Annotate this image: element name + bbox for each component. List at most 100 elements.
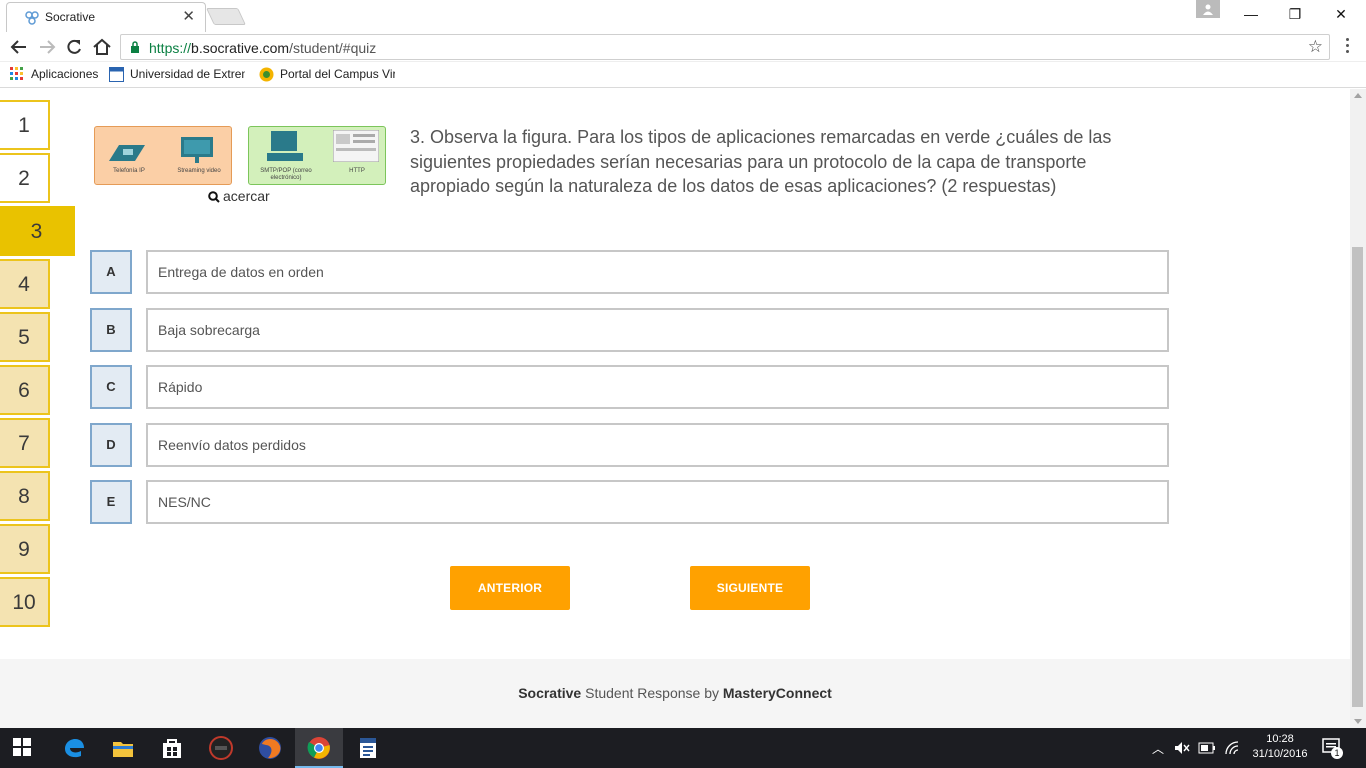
scrollbar-thumb[interactable] xyxy=(1352,247,1363,707)
quiz-page: 1 2 3 4 5 6 7 8 9 10 Telefonía IP Stream… xyxy=(0,89,1350,728)
question-nav-4[interactable]: 4 xyxy=(0,259,50,309)
computer-icon xyxy=(267,131,303,161)
question-nav-9[interactable]: 9 xyxy=(0,524,50,574)
browser-tab[interactable]: Socrative ✕ xyxy=(6,2,206,32)
chrome-menu-icon[interactable] xyxy=(1344,38,1350,56)
question-nav-10[interactable]: 10 xyxy=(0,577,50,627)
speaker-muted-icon[interactable] xyxy=(1174,741,1190,755)
apps-grid-icon xyxy=(10,67,23,80)
answer-text: Entrega de datos en orden xyxy=(146,250,1169,294)
scroll-up-arrow-icon[interactable] xyxy=(1354,93,1362,98)
figure-label-telefonia: Telefonía IP xyxy=(113,168,145,174)
taskbar-edge[interactable] xyxy=(50,728,98,768)
back-arrow-icon[interactable] xyxy=(8,37,30,57)
restore-button[interactable]: ❐ xyxy=(1272,0,1318,30)
question-nav-6[interactable]: 6 xyxy=(0,365,50,415)
taskbar-asus[interactable] xyxy=(197,728,245,768)
windows-logo-icon xyxy=(13,738,31,756)
question-nav-5[interactable]: 5 xyxy=(0,312,50,362)
action-center-icon[interactable]: 1 xyxy=(1322,738,1344,759)
answer-option-c[interactable]: C Rápido xyxy=(90,365,1169,409)
next-button[interactable]: SIGUIENTE xyxy=(690,566,810,610)
taskbar-store[interactable] xyxy=(148,728,196,768)
page-scrollbar[interactable] xyxy=(1350,89,1366,728)
answer-text: Rápido xyxy=(146,365,1169,409)
bookmark-portal-campus[interactable]: Portal del Campus Vir xyxy=(280,67,395,81)
taskbar-file-explorer[interactable] xyxy=(99,728,147,768)
system-clock[interactable]: 10:28 31/10/2016 xyxy=(1248,732,1312,762)
campus-favicon-icon xyxy=(259,67,274,82)
battery-icon[interactable] xyxy=(1198,742,1216,754)
asus-icon xyxy=(209,736,233,760)
user-profile-icon[interactable] xyxy=(1196,0,1220,18)
university-favicon-icon xyxy=(109,67,124,82)
wifi-icon[interactable] xyxy=(1224,740,1240,756)
question-nav-8[interactable]: 8 xyxy=(0,471,50,521)
forward-arrow-icon[interactable] xyxy=(36,37,58,57)
footer-company[interactable]: MasteryConnect xyxy=(723,685,832,701)
answer-text: NES/NC xyxy=(146,480,1169,524)
zoom-link[interactable]: acercar xyxy=(208,188,270,204)
answer-letter: B xyxy=(90,308,132,352)
figure-green-panel: SMTP/POP (correo electrónico) HTTP xyxy=(248,126,386,185)
answer-text: Reenvío datos perdidos xyxy=(146,423,1169,467)
home-icon[interactable] xyxy=(91,37,113,57)
firefox-icon xyxy=(259,737,281,759)
scroll-down-arrow-icon[interactable] xyxy=(1354,719,1362,724)
browser-toolbar: https://b.socrative.com/student/#quiz ☆ xyxy=(0,32,1366,62)
clock-date: 31/10/2016 xyxy=(1252,748,1308,760)
close-window-button[interactable]: ✕ xyxy=(1318,0,1364,30)
clock-time: 10:28 xyxy=(1266,733,1294,745)
tab-strip: Socrative ✕ — ❐ ✕ xyxy=(0,0,1366,32)
video-monitor-icon xyxy=(181,137,213,163)
edge-icon xyxy=(65,739,84,758)
answer-text: Baja sobrecarga xyxy=(146,308,1169,352)
zoom-label: acercar xyxy=(223,188,270,204)
previous-button[interactable]: ANTERIOR xyxy=(450,566,570,610)
store-bag-icon xyxy=(163,739,181,758)
answer-letter: E xyxy=(90,480,132,524)
folder-icon xyxy=(113,742,133,757)
answer-option-e[interactable]: E NES/NC xyxy=(90,480,1169,524)
show-hidden-icons-icon[interactable]: ︿ xyxy=(1152,740,1164,757)
web-page-icon xyxy=(333,130,379,162)
figure-orange-panel: Telefonía IP Streaming video xyxy=(94,126,232,185)
taskbar-chrome[interactable] xyxy=(295,728,343,768)
figure-label-smtp: SMTP/POP (correo electrónico) xyxy=(260,168,312,181)
tab-title: Socrative xyxy=(45,10,96,24)
search-icon xyxy=(208,191,220,203)
chrome-icon xyxy=(307,737,330,759)
taskbar-document[interactable] xyxy=(344,728,392,768)
footer: Socrative Student Response by MasteryCon… xyxy=(0,659,1350,728)
start-button[interactable] xyxy=(0,728,48,768)
notification-count-badge: 1 xyxy=(1331,747,1343,759)
minimize-button[interactable]: — xyxy=(1228,0,1274,30)
windows-taskbar: ︿ 10:28 31/10/2016 1 xyxy=(0,728,1366,768)
answer-option-d[interactable]: D Reenvío datos perdidos xyxy=(90,423,1169,467)
ip-phone-icon xyxy=(109,145,145,161)
new-tab-button[interactable] xyxy=(206,8,246,25)
question-nav-7[interactable]: 7 xyxy=(0,418,50,468)
answer-letter: A xyxy=(90,250,132,294)
document-icon xyxy=(360,738,376,758)
question-nav-1[interactable]: 1 xyxy=(0,100,50,150)
footer-middle: Student Response by xyxy=(581,685,723,701)
question-nav-3[interactable]: 3 xyxy=(0,206,75,256)
answer-letter: C xyxy=(90,365,132,409)
reload-icon[interactable] xyxy=(63,37,85,57)
footer-brand: Socrative xyxy=(518,685,582,701)
bookmark-star-icon[interactable]: ☆ xyxy=(1308,37,1323,57)
question-nav-2[interactable]: 2 xyxy=(0,153,50,203)
taskbar-firefox[interactable] xyxy=(246,728,294,768)
figure-label-streaming: Streaming video xyxy=(177,168,221,174)
figure-label-http: HTTP xyxy=(349,168,365,174)
question-text: 3. Observa la figura. Para los tipos de … xyxy=(410,127,1112,196)
lock-icon xyxy=(131,41,139,53)
socrative-favicon-icon xyxy=(25,11,39,25)
address-bar[interactable]: https://b.socrative.com/student/#quiz ☆ xyxy=(120,34,1330,60)
answer-option-a[interactable]: A Entrega de datos en orden xyxy=(90,250,1169,294)
bookmark-apps[interactable]: Aplicaciones xyxy=(31,67,98,81)
bookmark-universidad[interactable]: Universidad de Extrem xyxy=(130,67,245,81)
close-tab-icon[interactable]: ✕ xyxy=(182,7,195,25)
answer-option-b[interactable]: B Baja sobrecarga xyxy=(90,308,1169,352)
